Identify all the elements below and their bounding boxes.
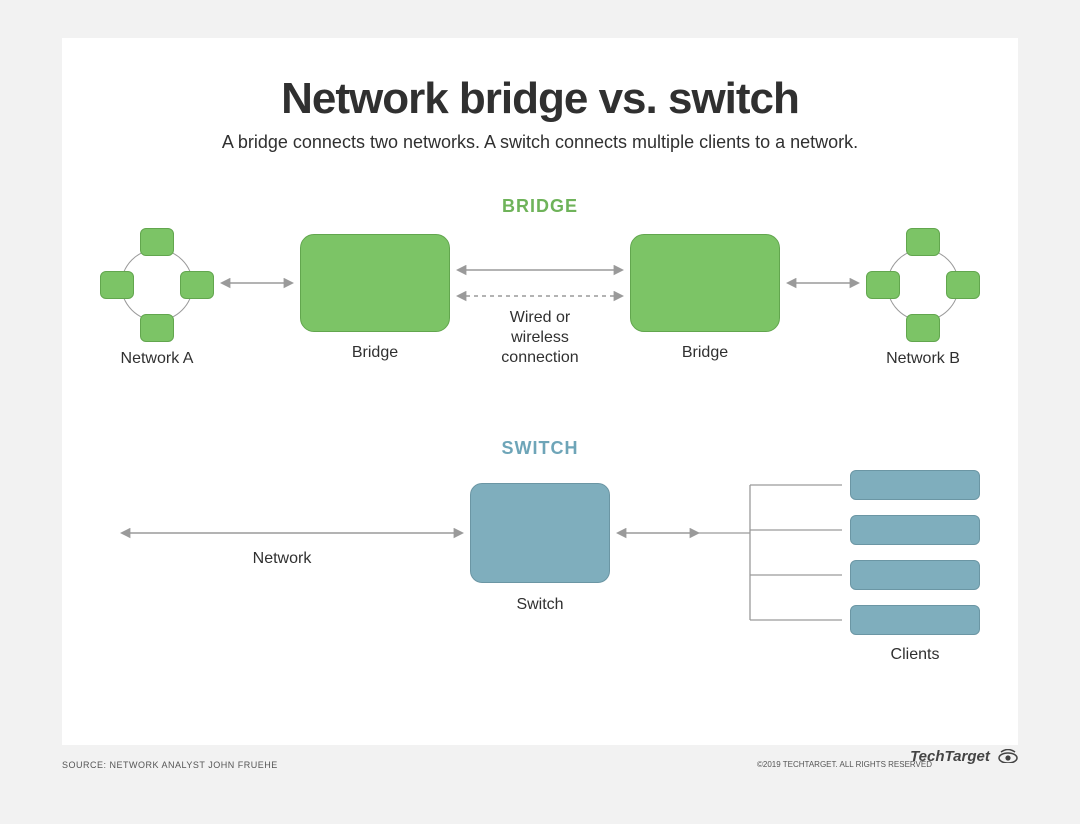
label-clients: Clients	[850, 646, 980, 664]
section-heading-switch: SWITCH	[62, 438, 1018, 459]
client-bar	[850, 560, 980, 590]
section-heading-bridge: BRIDGE	[62, 196, 1018, 217]
node-icon	[140, 314, 174, 342]
network-cluster-a	[100, 228, 214, 342]
brand-logo: TechTarget	[910, 748, 1018, 767]
label-network-b: Network B	[866, 350, 980, 368]
copyright-text: ©2019 TECHTARGET. ALL RIGHTS RESERVED	[757, 760, 932, 769]
label-network: Network	[182, 550, 382, 568]
bridge-box-left	[300, 234, 450, 332]
bridge-box-right	[630, 234, 780, 332]
client-bar	[850, 515, 980, 545]
diagram-subtitle: A bridge connects two networks. A switch…	[62, 132, 1018, 153]
label-bridge-right: Bridge	[630, 344, 780, 362]
node-icon	[866, 271, 900, 299]
network-cluster-b	[866, 228, 980, 342]
diagram-title: Network bridge vs. switch	[62, 74, 1018, 124]
node-icon	[906, 228, 940, 256]
node-icon	[906, 314, 940, 342]
client-bar	[850, 470, 980, 500]
switch-box	[470, 483, 610, 583]
node-icon	[140, 228, 174, 256]
client-bar	[850, 605, 980, 635]
node-icon	[180, 271, 214, 299]
source-credit: SOURCE: NETWORK ANALYST JOHN FRUEHE	[62, 760, 278, 770]
label-network-a: Network A	[100, 350, 214, 368]
label-connection: Wired or wireless connection	[460, 308, 620, 368]
diagram-card: Network bridge vs. switch A bridge conne…	[62, 38, 1018, 745]
label-switch: Switch	[470, 596, 610, 614]
eye-icon	[998, 749, 1018, 767]
node-icon	[946, 271, 980, 299]
label-bridge-left: Bridge	[300, 344, 450, 362]
node-icon	[100, 271, 134, 299]
brand-name: TechTarget	[910, 748, 990, 765]
